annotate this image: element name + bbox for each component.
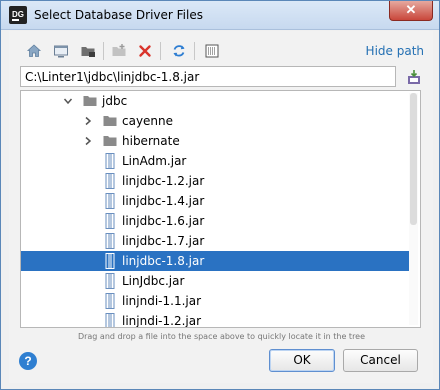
tree-file-row[interactable]: LinJdbc.jar	[21, 271, 409, 291]
tree-item-label: linjndi-1.2.jar	[122, 314, 202, 328]
help-icon: ?	[24, 354, 32, 368]
tree-folder-row[interactable]: hibernate	[21, 131, 409, 151]
jar-file-icon	[103, 173, 117, 189]
download-path-icon	[408, 69, 420, 84]
chevron-down-icon[interactable]	[63, 96, 73, 106]
tree-folder-row[interactable]: jdbc	[21, 91, 409, 111]
app-logo-text: DG	[12, 10, 24, 19]
tree-file-row[interactable]: linjdbc-1.2.jar	[21, 171, 409, 191]
tree-item-label: linjndi-1.1.jar	[122, 294, 202, 308]
tree-item-label: hibernate	[122, 134, 180, 148]
tree-item-label: cayenne	[122, 114, 174, 128]
scrollbar-thumb[interactable]	[410, 93, 417, 225]
tree-item-label: jdbc	[102, 94, 128, 108]
tree-file-row[interactable]: LinAdm.jar	[21, 151, 409, 171]
tree-item-label: linjdbc-1.8.jar	[122, 254, 205, 268]
help-button[interactable]: ?	[19, 352, 37, 370]
app-logo-icon: DG	[9, 6, 27, 24]
path-row: C:\Linter1\jdbc\linjdbc-1.8.jar	[20, 66, 424, 88]
delete-icon	[139, 45, 151, 57]
jar-file-icon	[103, 293, 117, 309]
refresh-icon	[173, 45, 185, 57]
jar-file-icon	[103, 213, 117, 229]
new-folder-button[interactable]	[108, 40, 130, 62]
jar-file-icon	[103, 193, 117, 209]
desktop-icon	[54, 45, 68, 58]
vertical-scrollbar[interactable]	[409, 93, 418, 325]
browse-path-button[interactable]	[404, 66, 424, 87]
jar-file-icon	[103, 273, 117, 289]
project-folder-icon	[81, 47, 95, 57]
tree-file-row[interactable]: linjdbc-1.8.jar	[21, 251, 409, 271]
jar-file-icon	[103, 233, 117, 249]
toolbar-separator	[103, 42, 104, 60]
window-title: Select Database Driver Files	[34, 8, 203, 22]
tree-file-row[interactable]: linjdbc-1.6.jar	[21, 211, 409, 231]
tree-file-row[interactable]: linjdbc-1.7.jar	[21, 231, 409, 251]
tree-item-label: LinJdbc.jar	[122, 274, 185, 288]
folder-icon	[103, 113, 117, 129]
file-chooser-toolbar: Hide path	[8, 38, 428, 64]
tree-file-row[interactable]: linjndi-1.2.jar	[21, 311, 409, 328]
close-icon: ✕	[405, 2, 417, 17]
home-button[interactable]	[23, 40, 45, 62]
chevron-right-icon[interactable]	[83, 116, 93, 126]
toolbar-separator	[160, 42, 161, 60]
tree-file-row[interactable]: linjdbc-1.4.jar	[21, 191, 409, 211]
project-button[interactable]	[77, 40, 99, 62]
close-button[interactable]: ✕	[389, 1, 433, 21]
hide-path-link[interactable]: Hide path	[366, 44, 424, 58]
tree-file-row[interactable]: linjndi-1.1.jar	[21, 291, 409, 311]
tree-item-label: LinAdm.jar	[122, 154, 187, 168]
new-folder-icon	[112, 44, 126, 56]
home-icon	[26, 44, 42, 57]
show-hidden-icon	[205, 44, 219, 58]
tree-item-label: linjdbc-1.2.jar	[122, 174, 205, 188]
desktop-button[interactable]	[50, 40, 72, 62]
title-bar[interactable]: DG Select Database Driver Files ✕	[1, 1, 439, 30]
tree-folder-row[interactable]: cayenne	[21, 111, 409, 131]
ok-button[interactable]: OK	[269, 349, 335, 372]
folder-icon	[103, 133, 117, 149]
tree-item-label: linjdbc-1.7.jar	[122, 234, 205, 248]
refresh-button[interactable]	[168, 40, 190, 62]
jar-file-icon	[103, 153, 117, 169]
drag-drop-hint: Drag and drop a file into the space abov…	[77, 332, 366, 341]
chevron-right-icon[interactable]	[83, 136, 93, 146]
jar-file-icon	[103, 253, 117, 269]
app-logo-bar	[12, 19, 19, 21]
tree-item-label: linjdbc-1.4.jar	[122, 194, 205, 208]
jar-file-icon	[103, 313, 117, 327]
cancel-button[interactable]: Cancel	[343, 349, 418, 372]
tree-item-label: linjdbc-1.6.jar	[122, 214, 205, 228]
toolbar-separator	[194, 42, 195, 60]
delete-button[interactable]	[134, 40, 156, 62]
folder-icon	[83, 93, 97, 109]
file-tree[interactable]: jdbc cayenne hibernate LinAdm.jar linjdbc-1.…	[20, 90, 421, 328]
show-hidden-files-button[interactable]	[201, 40, 223, 62]
path-field[interactable]: C:\Linter1\jdbc\linjdbc-1.8.jar	[20, 66, 396, 87]
